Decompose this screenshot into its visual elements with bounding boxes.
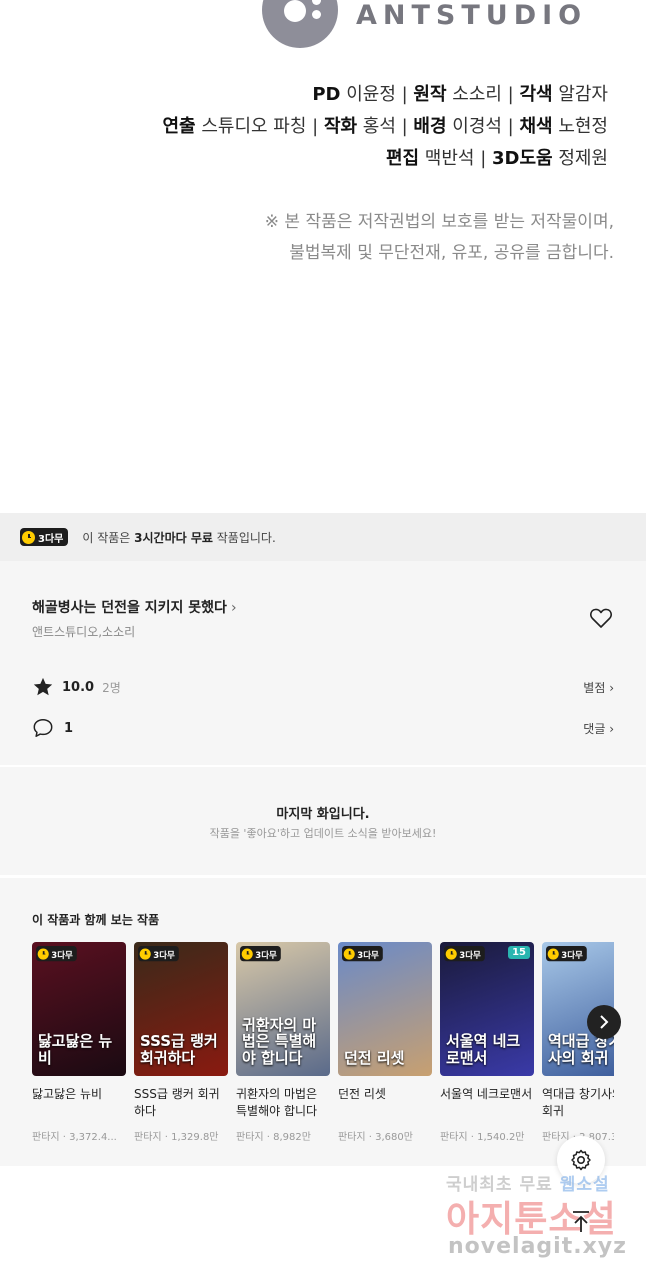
comment-count: 1 (64, 720, 74, 736)
clock-icon (139, 948, 151, 960)
studio-logo-icon (262, 0, 338, 48)
gear-icon (571, 1149, 591, 1171)
cover-title-text: 던전 리셋 (344, 1048, 405, 1067)
recommendation-card[interactable]: 3다무 닳고닳은 뉴비 닳고닳은 뉴비 판타지 · 3,372.4... (32, 942, 126, 1143)
recommendation-card[interactable]: 3다무 15 서울역 네크로맨서 서울역 네크로맨서 판타지 · 1,540.2만 (440, 942, 534, 1143)
viewer-page: ANTSTUDIO PD 이윤정 | 원작 소소리 | 각색 알감자 연출 스튜… (0, 0, 646, 1283)
scroll-to-top-button[interactable] (563, 1204, 599, 1240)
recommendations-heading: 이 작품과 함께 보는 작품 (32, 913, 160, 927)
clock-icon (241, 948, 253, 960)
rating-count: 2명 (102, 680, 121, 695)
recommendation-card[interactable]: 3다무 귀환자의 마법은 특별해야 합니다 귀환자의 마법은 특별해야 합니다 판타지… (236, 942, 330, 1143)
comment-bubble-icon (33, 719, 53, 737)
cover-title-text: SSS급 랭커 회귀하다 (140, 1032, 218, 1067)
wait-free-badge: 3다무 (240, 946, 282, 962)
copyright-notice-2: 불법복제 및 무단전재, 유포, 공유를 금합니다. (289, 243, 614, 263)
credit-line-2: 연출 스튜디오 파칭 | 작화 홍석 | 배경 이경석 | 채색 노현정 (162, 116, 609, 137)
recommendations-section: 이 작품과 함께 보는 작품 3다무 닳고닳은 뉴비 닳고닳은 뉴비 판타지 · 3,… (0, 878, 646, 1166)
credits-image: ANTSTUDIO PD 이윤정 | 원작 소소리 | 각색 알감자 연출 스튜… (0, 0, 646, 512)
cover-title-text: 서울역 네크로맨서 (446, 1032, 521, 1067)
last-episode-title: 마지막 화입니다. (276, 807, 370, 822)
carousel-next-button[interactable] (587, 1005, 621, 1039)
wait-free-badge: 3다무 (20, 528, 69, 546)
recommendation-title[interactable]: SSS급 랭커 회귀하다 (134, 1086, 228, 1122)
recommendation-title[interactable]: 닳고닳은 뉴비 (32, 1086, 126, 1122)
wait-free-badge: 3다무 (138, 946, 180, 962)
work-title-link[interactable]: 해골병사는 던전을 지키지 못했다 › (32, 597, 237, 617)
recommendation-meta: 판타지 · 1,540.2만 (440, 1132, 525, 1143)
recommendation-cover[interactable]: 3다무던전 리셋 (338, 942, 432, 1076)
free-every-3-hours-banner: 3다무 이 작품은 3시간마다 무료 작품입니다. (0, 513, 646, 561)
wait-free-badge: 3다무 (342, 946, 384, 962)
recommendation-cover[interactable]: 3다무귀환자의 마법은 특별해야 합니다 (236, 942, 330, 1076)
last-episode-panel: 마지막 화입니다. 작품을 '좋아요'하고 업데이트 소식을 받아보세요! (0, 767, 646, 875)
work-author: 앤트스튜디오,소소리 (32, 625, 136, 639)
clock-icon (37, 948, 49, 960)
rating-score: 10.0 (62, 679, 95, 695)
recommendation-cover[interactable]: 3다무닳고닳은 뉴비 (32, 942, 126, 1076)
chevron-right-icon: › (230, 600, 237, 616)
recommendation-card[interactable]: 3다무역대급 창기사의 회귀역대급 창기사의 회귀판타지 · 2,807.3..… (542, 942, 614, 1143)
recommendation-card[interactable]: 3다무 SSS급 랭커 회귀하다 SSS급 랭커 회귀하다판타지 · 1,329.8… (134, 942, 228, 1143)
chevron-right-icon (600, 1015, 609, 1029)
recommendation-title[interactable]: 서울역 네크로맨서 (440, 1086, 534, 1122)
clock-icon (22, 530, 35, 544)
recommendations-list: 3다무 닳고닳은 뉴비 닳고닳은 뉴비 판타지 · 3,372.4... 3다무 SSS급… (32, 942, 614, 1152)
clock-icon (547, 948, 559, 960)
credit-line-3: 편집 맥반석 | 3D도움 정제원 (385, 148, 608, 169)
comment-link[interactable]: 댓글 › (583, 720, 614, 737)
recommendation-meta: 판타지 · 3,372.4... (32, 1132, 117, 1143)
new-episodes-count-badge: 15 (508, 946, 530, 959)
recommendation-meta: 판타지 · 1,329.8만 (134, 1132, 219, 1143)
free-banner-text: 이 작품은 3시간마다 무료 작품입니다. (82, 530, 276, 545)
work-info-panel: 해골병사는 던전을 지키지 못했다 › 앤트스튜디오,소소리 10.0 2명 별점… (0, 561, 646, 765)
wait-free-badge: 3다무 (444, 946, 486, 962)
recommendation-card[interactable]: 3다무 던전 리셋 던전 리셋 판타지 · 3,680만 (338, 942, 432, 1143)
cover-title-text: 귀환자의 마법은 특별해야 합니다 (242, 1015, 317, 1067)
rating-row: 10.0 2명 별점 › (32, 675, 614, 699)
copyright-notice-1: ※ 본 작품은 저작권법의 보호를 받는 저작물이며, (264, 212, 614, 232)
recommendation-cover[interactable]: 3다무 15 서울역 네크로맨서 (440, 942, 534, 1076)
star-icon (33, 677, 53, 696)
credit-line-1: PD 이윤정 | 원작 소소리 | 각색 알감자 (312, 84, 608, 105)
clock-icon (445, 948, 457, 960)
arrow-up-icon (573, 1211, 589, 1232)
clock-icon (343, 948, 355, 960)
recommendation-meta: 판타지 · 8,982만 (236, 1132, 311, 1143)
studio-logo-text: ANTSTUDIO (356, 0, 588, 31)
comment-row: 1 댓글 › (32, 716, 614, 740)
rating-link[interactable]: 별점 › (583, 679, 614, 696)
recommendation-cover[interactable]: 3다무 SSS급 랭커 회귀하다 (134, 942, 228, 1076)
wait-free-badge: 3다무 (546, 946, 588, 962)
recommendation-title[interactable]: 귀환자의 마법은 특별해야 합니다 (236, 1086, 330, 1122)
recommendation-title[interactable]: 던전 리셋 (338, 1086, 432, 1122)
recommendation-meta: 판타지 · 3,680만 (338, 1132, 413, 1143)
last-episode-subtitle: 작품을 '좋아요'하고 업데이트 소식을 받아보세요! (209, 827, 437, 840)
recommendation-title[interactable]: 역대급 창기사의 회귀 (542, 1086, 614, 1122)
wait-free-badge: 3다무 (36, 946, 78, 962)
watermark-line-3: novelagit.xyz (448, 1234, 627, 1259)
cover-title-text: 닳고닳은 뉴비 (38, 1032, 113, 1067)
like-heart-icon[interactable] (589, 607, 613, 629)
